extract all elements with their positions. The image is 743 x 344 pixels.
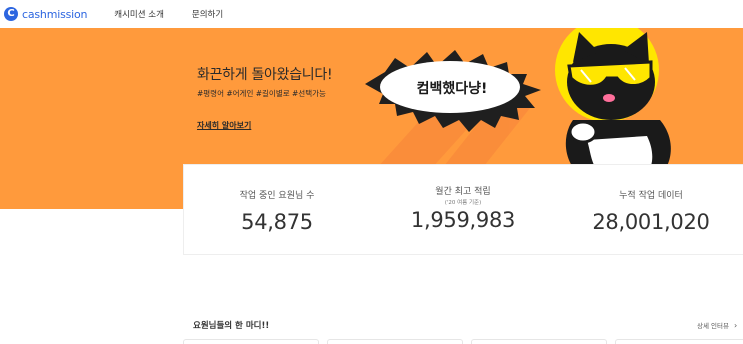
reviews-title: 요원님들의 한 마디!! [193, 321, 270, 331]
review-card[interactable] [327, 339, 463, 344]
chevron-right-icon: › [734, 321, 738, 330]
stats-card: 작업 중인 요원님 수 54,875 월간 최고 적립 ('20 여름 기준) … [183, 164, 743, 255]
review-card[interactable] [615, 339, 743, 344]
stat-monthly-max: 월간 최고 적립 ('20 여름 기준) 1,959,983 [370, 165, 556, 232]
review-card[interactable] [471, 339, 607, 344]
stat-total-data: 누적 작업 데이터 28,001,020 [558, 165, 743, 234]
main-nav: 캐시미션 소개 문의하기 [114, 8, 251, 20]
top-header: C cashmission 캐시미션 소개 문의하기 [0, 0, 743, 28]
stat-sub-label: ('20 여름 기준) [444, 200, 482, 206]
stat-value: 54,875 [241, 210, 313, 234]
logo-icon: C [4, 7, 18, 21]
logo-text: cashmission [22, 7, 88, 21]
nav-item-about[interactable]: 캐시미션 소개 [114, 8, 164, 20]
review-card[interactable] [183, 339, 319, 344]
stat-label: 월간 최고 적립 [435, 187, 491, 197]
stat-label: 누적 작업 데이터 [619, 191, 683, 201]
hero-title: 화끈하게 돌아왔습니다! [197, 67, 333, 83]
stat-value: 1,959,983 [410, 208, 516, 232]
logo[interactable]: C cashmission [4, 7, 87, 21]
stat-value: 28,001,020 [592, 210, 710, 234]
stat-label: 작업 중인 요원님 수 [239, 191, 315, 201]
reviews-more-label: 상세 인터뷰 [697, 322, 729, 330]
hero-tags: #평령어 #어게인 #길이별로 #선택가능 [197, 89, 326, 98]
bubble-text: 컴백했다냥! [417, 80, 488, 97]
hero-detail-link[interactable]: 자세히 알아보기 [197, 120, 251, 131]
stat-active-agents: 작업 중인 요원님 수 54,875 [184, 165, 370, 234]
reviews-more-link[interactable]: 상세 인터뷰 › [697, 320, 737, 330]
page: C cashmission 캐시미션 소개 문의하기 화끈하게 돌아왔습니다! … [0, 0, 743, 344]
nav-item-contact[interactable]: 문의하기 [192, 8, 223, 20]
